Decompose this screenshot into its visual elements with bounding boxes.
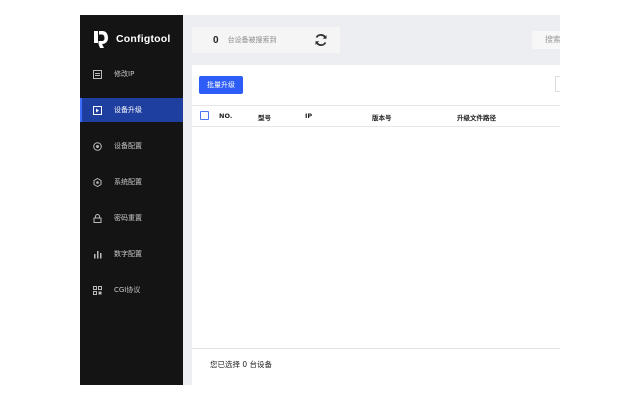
sidebar-item-cgi-protocol[interactable]: CGI协议 bbox=[80, 278, 183, 302]
toolbar-control[interactable] bbox=[555, 76, 560, 92]
sidebar-item-label: 设备配置 bbox=[114, 142, 142, 150]
app-window: Configtool 修改IP 设备升级 设备配置 系统配置 密码重置 数字配置… bbox=[80, 15, 560, 385]
column-header-no: NO. bbox=[219, 112, 233, 120]
select-all-checkbox[interactable] bbox=[200, 111, 209, 120]
table-header: NO. 型号 IP 版本号 升级文件路径 bbox=[192, 105, 560, 127]
device-upgrade-icon bbox=[92, 105, 102, 115]
search-input[interactable]: 搜索 bbox=[532, 31, 560, 49]
logo-icon bbox=[94, 31, 108, 48]
sidebar-item-device-config[interactable]: 设备配置 bbox=[80, 134, 183, 158]
device-count-bar: 0 台设备被搜索到 bbox=[192, 27, 340, 53]
refresh-icon[interactable] bbox=[314, 33, 328, 47]
sidebar: Configtool 修改IP 设备升级 设备配置 系统配置 密码重置 数字配置… bbox=[80, 15, 183, 385]
sidebar-item-label: 数字配置 bbox=[114, 250, 142, 258]
system-config-icon bbox=[92, 177, 102, 187]
sidebar-item-label: 修改IP bbox=[114, 70, 135, 78]
ip-edit-icon bbox=[92, 69, 102, 79]
sidebar-item-password-reset[interactable]: 密码重置 bbox=[80, 206, 183, 230]
sidebar-item-modify-ip[interactable]: 修改IP bbox=[80, 62, 183, 86]
selection-footer: 您已选择 0 台设备 bbox=[192, 348, 560, 380]
sidebar-item-system-config[interactable]: 系统配置 bbox=[80, 170, 183, 194]
column-header-model: 型号 bbox=[258, 114, 271, 122]
device-count-label: 台设备被搜索到 bbox=[227, 36, 277, 44]
column-header-version: 版本号 bbox=[372, 114, 392, 122]
digital-config-icon bbox=[92, 249, 102, 259]
sidebar-item-digital-config[interactable]: 数字配置 bbox=[80, 242, 183, 266]
column-header-upgrade-file-path: 升级文件路径 bbox=[457, 114, 496, 122]
app-logo: Configtool bbox=[92, 27, 170, 51]
sidebar-item-label: 系统配置 bbox=[114, 178, 142, 186]
sidebar-item-label: 设备升级 bbox=[114, 106, 142, 114]
selected-count-text: 您已选择 0 台设备 bbox=[210, 360, 273, 369]
batch-upgrade-button[interactable]: 批量升级 bbox=[199, 76, 243, 94]
main-panel: 批量升级 NO. 型号 IP 版本号 升级文件路径 您已选择 0 台设备 bbox=[192, 65, 560, 385]
sidebar-item-label: CGI协议 bbox=[114, 286, 141, 294]
password-reset-icon bbox=[92, 213, 102, 223]
cgi-protocol-icon bbox=[92, 285, 102, 295]
sidebar-item-device-upgrade[interactable]: 设备升级 bbox=[80, 98, 183, 122]
app-title: Configtool bbox=[116, 33, 171, 45]
sidebar-item-label: 密码重置 bbox=[114, 214, 142, 222]
column-header-ip: IP bbox=[305, 112, 313, 120]
device-count: 0 bbox=[213, 34, 219, 46]
device-config-icon bbox=[92, 141, 102, 151]
